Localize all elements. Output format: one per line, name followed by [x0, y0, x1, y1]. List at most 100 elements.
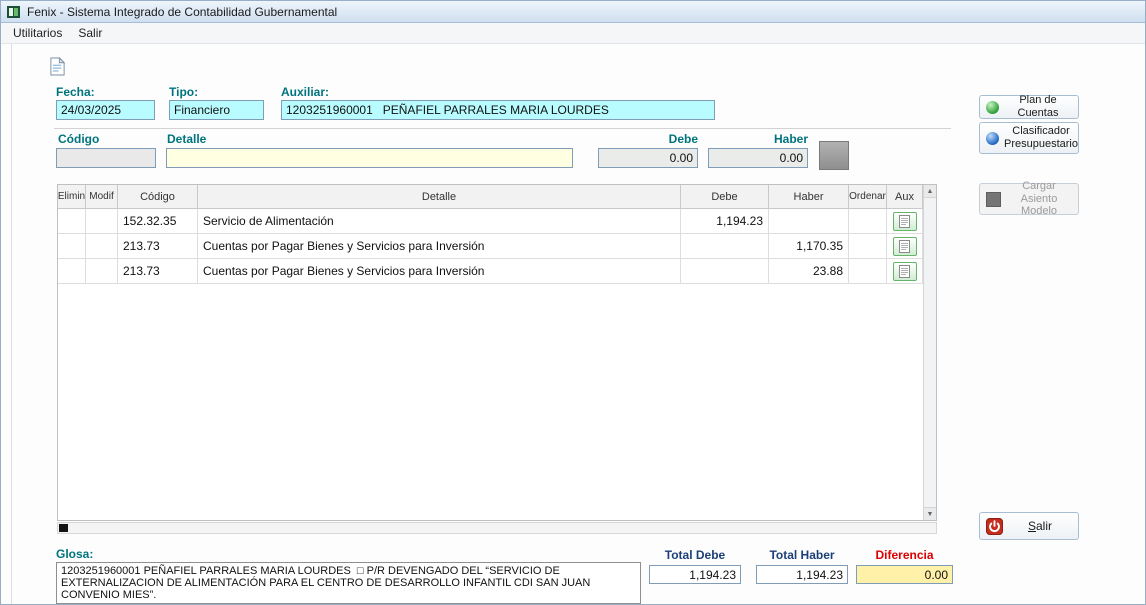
clasificador-presupuestario-button[interactable]: Clasificador Presupuestario [979, 122, 1079, 154]
table-row[interactable]: 152.32.35 Servicio de Alimentación 1,194… [58, 209, 923, 234]
tipo-input[interactable] [169, 100, 264, 120]
total-debe-value: 1,194.23 [649, 565, 741, 584]
clasificador-label-line2: Presupuestario [1004, 138, 1078, 151]
cargar-asiento-label: Cargar Asiento Modelo [1006, 180, 1072, 218]
client-left-border [11, 44, 12, 605]
col-header-codigo[interactable]: Código [118, 185, 198, 209]
form-separator [54, 128, 951, 129]
codigo-entry-input[interactable] [56, 148, 156, 168]
green-globe-icon [986, 101, 999, 114]
plan-de-cuentas-button[interactable]: Plan de Cuentas [979, 95, 1079, 119]
auxiliar-label: Auxiliar: [281, 85, 329, 99]
cell-debe [681, 234, 769, 259]
entries-grid: Elimin Modif Código Detalle Debe Haber O… [57, 184, 937, 521]
cell-ordenar[interactable] [849, 234, 887, 259]
grid-header-row: Elimin Modif Código Detalle Debe Haber O… [58, 185, 923, 209]
document-icon [899, 215, 910, 228]
total-haber-value: 1,194.23 [756, 565, 848, 584]
menu-bar: Utilitarios Salir [1, 23, 1145, 44]
cell-haber: 1,170.35 [769, 234, 849, 259]
aux-detail-button[interactable] [893, 212, 917, 231]
col-header-debe[interactable]: Debe [681, 185, 769, 209]
grid-horizontal-scrollbar[interactable] [57, 522, 937, 534]
haber-entry-label: Haber [708, 132, 808, 146]
grid-body: 152.32.35 Servicio de Alimentación 1,194… [58, 209, 923, 284]
document-icon [899, 240, 910, 253]
col-header-elimin[interactable]: Elimin [58, 185, 86, 209]
cell-haber: 23.88 [769, 259, 849, 284]
cell-modif[interactable] [86, 234, 118, 259]
cell-codigo: 213.73 [118, 259, 198, 284]
cell-haber [769, 209, 849, 234]
entry-action-button[interactable] [819, 141, 849, 170]
cell-ordenar[interactable] [849, 259, 887, 284]
debe-entry-label: Debe [598, 132, 698, 146]
cell-elimin[interactable] [58, 209, 86, 234]
cell-aux [887, 234, 923, 259]
tipo-label: Tipo: [169, 85, 198, 99]
total-haber-label: Total Haber [756, 548, 848, 562]
salir-button-label: Salir [1008, 519, 1072, 533]
col-header-haber[interactable]: Haber [769, 185, 849, 209]
window-title: Fenix - Sistema Integrado de Contabilida… [27, 5, 337, 19]
cell-aux [887, 209, 923, 234]
col-header-modif[interactable]: Modif [86, 185, 118, 209]
auxiliar-input[interactable] [281, 100, 715, 120]
fecha-input[interactable] [56, 100, 155, 120]
cell-modif[interactable] [86, 259, 118, 284]
cell-elimin[interactable] [58, 259, 86, 284]
cargar-asiento-label-line1: Cargar Asiento [1006, 180, 1072, 205]
entries-grid-inner: Elimin Modif Código Detalle Debe Haber O… [58, 185, 923, 520]
cell-aux [887, 259, 923, 284]
cell-debe: 1,194.23 [681, 209, 769, 234]
codigo-entry-label: Código [58, 132, 99, 146]
cell-modif[interactable] [86, 209, 118, 234]
glosa-textarea[interactable]: 1203251960001 PEÑAFIEL PARRALES MARIA LO… [56, 562, 641, 604]
cargar-asiento-modelo-button[interactable]: Cargar Asiento Modelo [979, 183, 1079, 215]
cell-codigo: 152.32.35 [118, 209, 198, 234]
app-icon [6, 5, 21, 19]
cell-detalle: Cuentas por Pagar Bienes y Servicios par… [198, 234, 681, 259]
blue-globe-icon [986, 132, 999, 145]
col-header-detalle[interactable]: Detalle [198, 185, 681, 209]
new-document-button[interactable] [45, 54, 69, 78]
glosa-label: Glosa: [56, 547, 93, 561]
cell-detalle: Servicio de Alimentación [198, 209, 681, 234]
detalle-entry-input[interactable] [166, 148, 573, 168]
table-row[interactable]: 213.73 Cuentas por Pagar Bienes y Servic… [58, 259, 923, 284]
diferencia-label: Diferencia [856, 548, 953, 562]
col-header-ordenar[interactable]: Ordenar [849, 185, 887, 209]
aux-detail-button[interactable] [893, 262, 917, 281]
scroll-up-icon[interactable]: ▲ [924, 185, 936, 198]
haber-entry-input[interactable] [708, 148, 808, 168]
menu-utilitarios[interactable]: Utilitarios [5, 24, 70, 42]
clasificador-label-line1: Clasificador [1004, 125, 1078, 138]
detalle-entry-label: Detalle [167, 132, 206, 146]
scroll-down-icon[interactable]: ▼ [924, 507, 936, 520]
cell-debe [681, 259, 769, 284]
col-header-aux[interactable]: Aux [887, 185, 923, 209]
diferencia-value: 0.00 [856, 565, 953, 584]
salir-button[interactable]: Salir [979, 512, 1079, 540]
table-row[interactable]: 213.73 Cuentas por Pagar Bienes y Servic… [58, 234, 923, 259]
horizontal-scroll-thumb[interactable] [59, 524, 68, 532]
cell-elimin[interactable] [58, 234, 86, 259]
menu-salir[interactable]: Salir [70, 24, 110, 42]
clasificador-label: Clasificador Presupuestario [1004, 125, 1078, 150]
cell-ordenar[interactable] [849, 209, 887, 234]
total-debe-label: Total Debe [649, 548, 741, 562]
fecha-label: Fecha: [56, 85, 95, 99]
cell-detalle: Cuentas por Pagar Bienes y Servicios par… [198, 259, 681, 284]
document-icon [899, 265, 910, 278]
new-document-icon [49, 57, 66, 76]
grid-vertical-scrollbar[interactable]: ▲ ▼ [923, 185, 936, 520]
title-bar: Fenix - Sistema Integrado de Contabilida… [1, 1, 1145, 23]
cargar-asiento-label-line2: Modelo [1006, 205, 1072, 218]
aux-detail-button[interactable] [893, 237, 917, 256]
plan-de-cuentas-label: Plan de Cuentas [1004, 94, 1072, 119]
cell-codigo: 213.73 [118, 234, 198, 259]
debe-entry-input[interactable] [598, 148, 698, 168]
gray-square-icon [986, 192, 1001, 207]
application-window: Fenix - Sistema Integrado de Contabilida… [0, 0, 1146, 605]
power-icon [986, 518, 1003, 535]
